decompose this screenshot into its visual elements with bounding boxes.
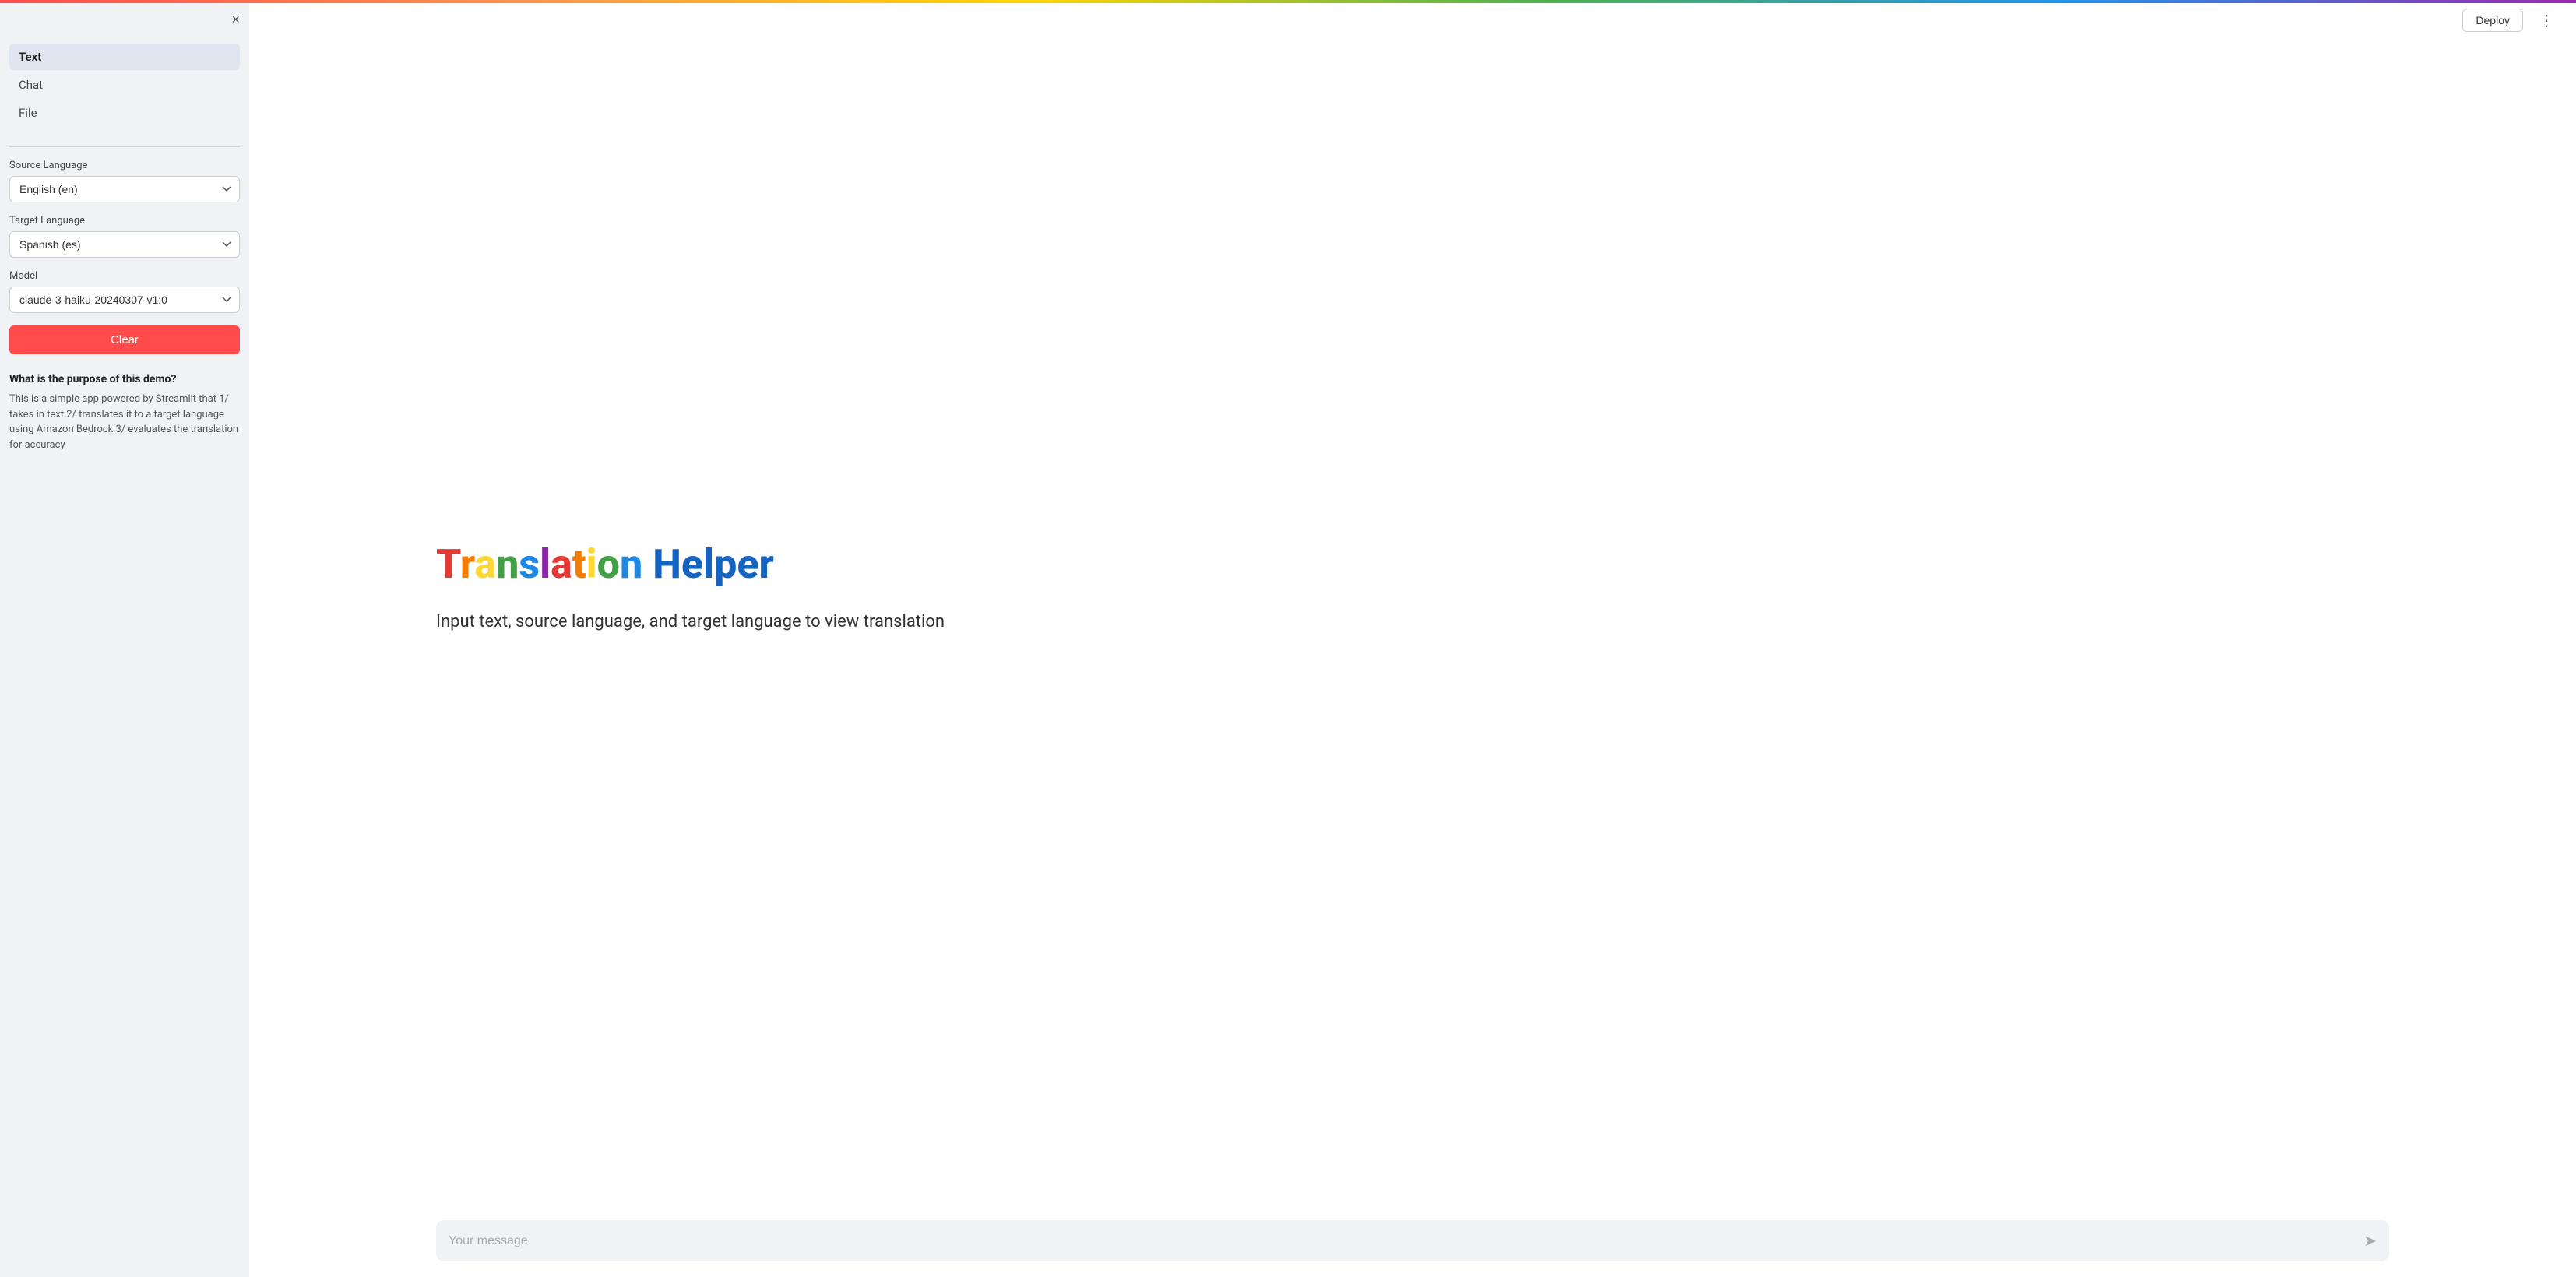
target-language-label: Target Language [9, 215, 240, 227]
send-button[interactable]: ➤ [2363, 1231, 2377, 1251]
sidebar-item-text[interactable]: Text [9, 44, 240, 70]
target-language-group: Target Language Spanish (es) French (fr)… [9, 215, 240, 258]
sidebar-nav: Text Chat File [9, 44, 240, 128]
message-bar: ➤ [249, 1205, 2576, 1277]
target-language-select[interactable]: Spanish (es) French (fr) German (de) Ita… [9, 231, 240, 258]
info-title: What is the purpose of this demo? [9, 373, 240, 385]
sidebar: × Text Chat File Source Language English… [0, 3, 249, 1277]
deploy-button[interactable]: Deploy [2462, 9, 2523, 32]
model-label: Model [9, 270, 240, 282]
source-language-group: Source Language English (en) French (fr)… [9, 160, 240, 202]
model-select[interactable]: claude-3-haiku-20240307-v1:0 claude-3-so… [9, 287, 240, 313]
more-options-button[interactable]: ⋮ [2532, 8, 2560, 33]
sidebar-close-button[interactable]: × [231, 12, 240, 26]
clear-button[interactable]: Clear [9, 325, 240, 354]
top-rainbow-bar [0, 0, 2576, 3]
sidebar-item-chat[interactable]: Chat [9, 72, 240, 98]
main-content: Translation Helper Input text, source la… [249, 3, 2576, 1277]
main-body: Translation Helper Input text, source la… [249, 3, 2576, 1205]
source-language-select[interactable]: English (en) French (fr) German (de) Ita… [9, 176, 240, 202]
app-subtitle: Input text, source language, and target … [436, 609, 945, 635]
model-group: Model claude-3-haiku-20240307-v1:0 claud… [9, 270, 240, 313]
info-text: This is a simple app powered by Streamli… [9, 392, 240, 452]
message-input-wrapper: ➤ [436, 1220, 2389, 1261]
info-section: What is the purpose of this demo? This i… [9, 373, 240, 452]
sidebar-item-file[interactable]: File [9, 100, 240, 126]
sidebar-divider [9, 146, 240, 147]
header-bar: Deploy ⋮ [2447, 3, 2576, 37]
source-language-label: Source Language [9, 160, 240, 171]
app-title: Translation Helper [436, 542, 774, 586]
message-input[interactable] [449, 1234, 2356, 1248]
